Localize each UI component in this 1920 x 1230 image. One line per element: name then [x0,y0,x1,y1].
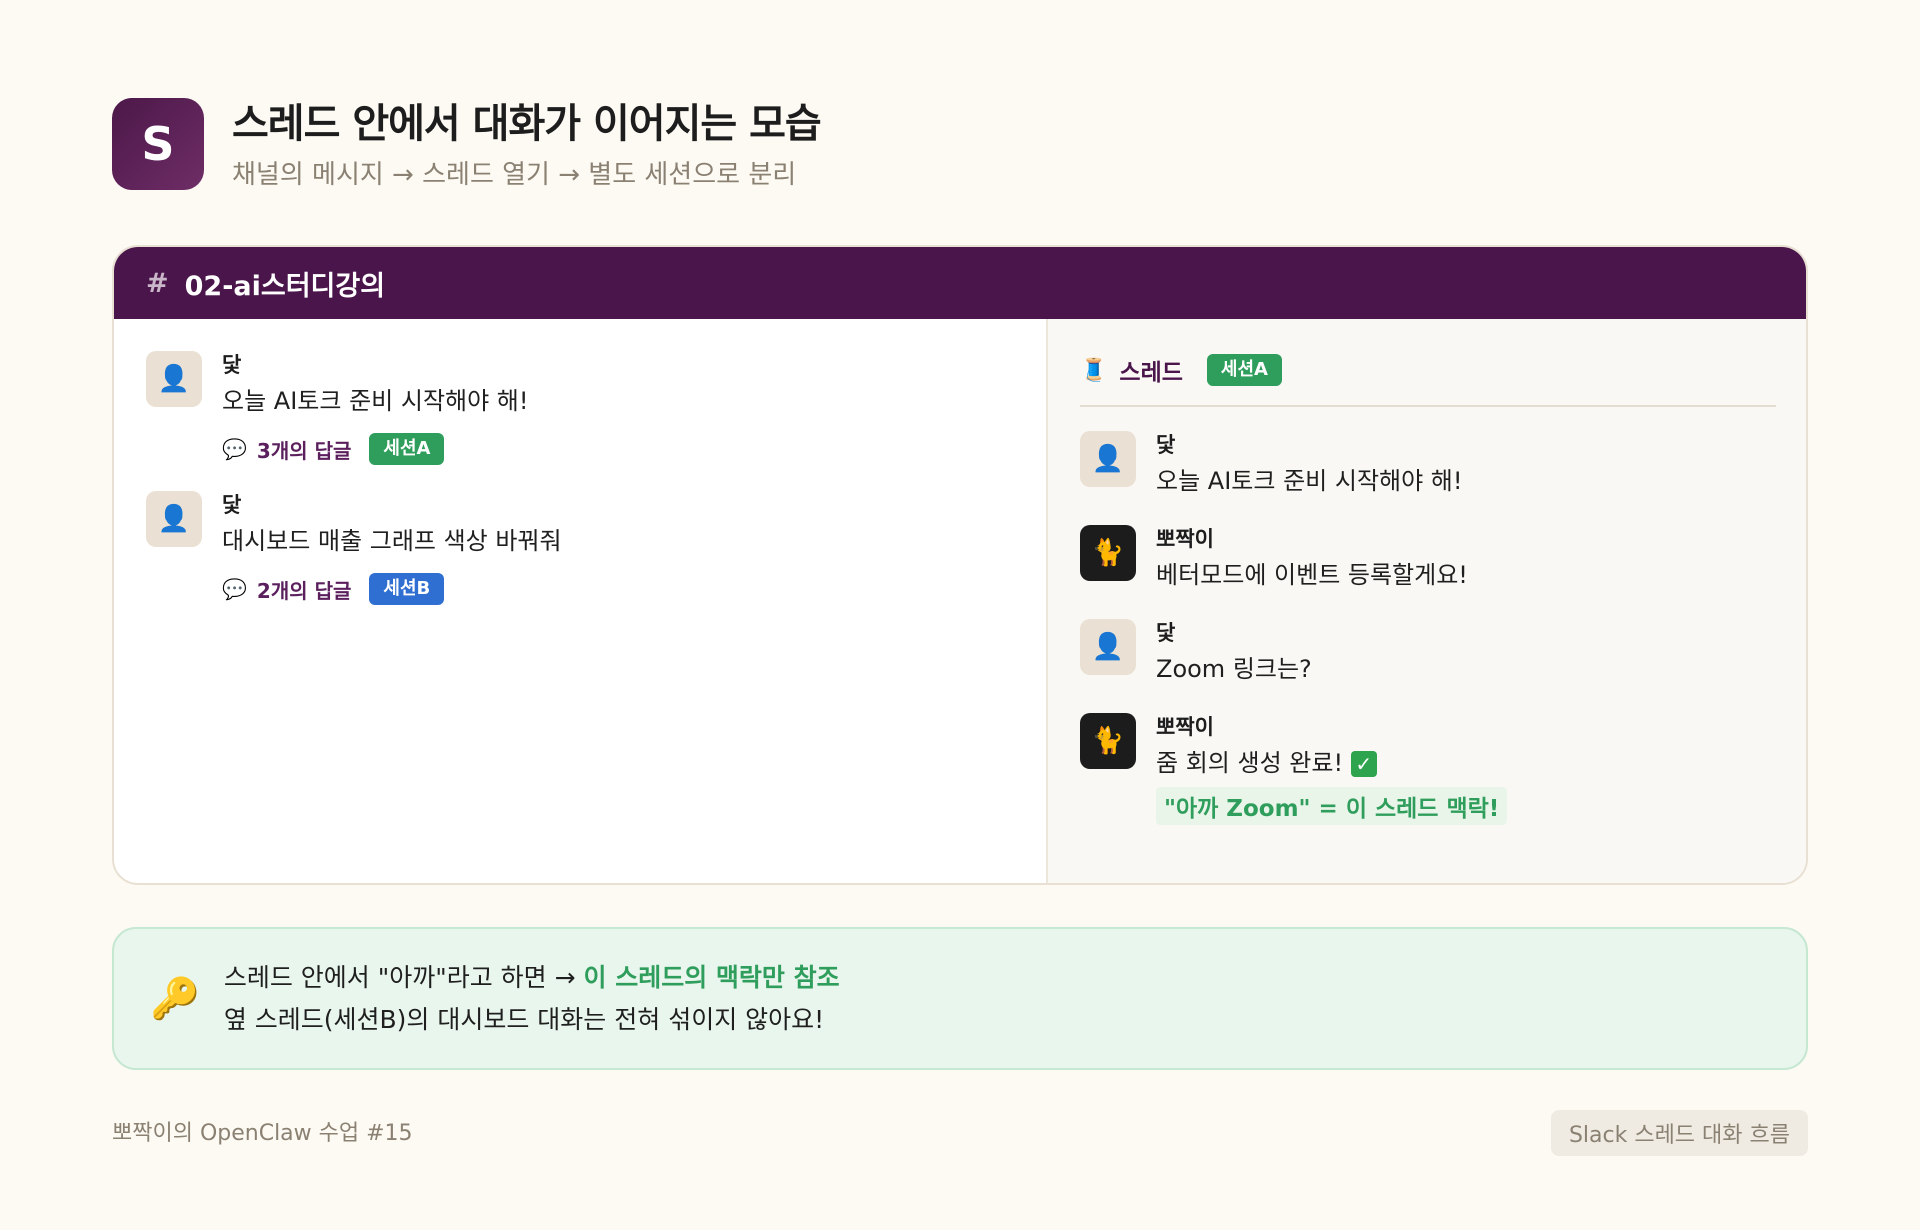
user-icon[interactable]: 👤 [1080,431,1136,487]
message-sender[interactable]: 뽀짝이 [1156,713,1507,741]
user-icon[interactable]: 👤 [1080,619,1136,675]
cat-icon[interactable]: 🐈 [1080,713,1136,769]
channel-name: 02-ai스터디강의 [184,270,386,302]
message-sender[interactable]: 닻 [222,351,529,379]
slack-window: # 02-ai스터디강의 👤 닻 오늘 AI토크 준비 시작해야 해! 💬 3개… [112,245,1808,885]
context-highlight: "아까 Zoom" = 이 스레드 맥락! [1156,787,1508,825]
hash-icon: # [146,267,169,299]
page-title: 스레드 안에서 대화가 이어지는 모습 [232,101,822,147]
key-icon: 🔑 [150,976,200,1022]
reply-count[interactable]: 2개의 답글 [257,575,351,604]
thread-panel: 🧵 스레드 세션A 👤 닻 오늘 AI토크 준비 시작해야 해! 🐈 뽀짝이 베… [1046,319,1806,883]
info-line-2: 옆 스레드(세션B)의 대시보드 대화는 전혀 섞이지 않아요! [223,1004,825,1034]
slack-logo: S [112,97,204,190]
page-subtitle: 채널의 메시지 → 스레드 열기 → 별도 세션으로 분리 [232,160,797,190]
message-sender[interactable]: 닻 [222,491,562,519]
thread-header: 🧵 스레드 세션A [1080,353,1776,407]
message-text: 베터모드에 이벤트 등록할게요! [1156,561,1468,589]
message-text: 오늘 AI토크 준비 시작해야 해! [1156,467,1463,495]
check-icon: ✓ [1350,751,1377,777]
speech-bubble-icon: 💬 [222,437,247,461]
channel-message[interactable]: 👤 닻 대시보드 매출 그래프 색상 바꿔줘 💬 2개의 답글 세션B [146,491,1014,605]
message-sender[interactable]: 닻 [1156,431,1463,459]
user-icon[interactable]: 👤 [146,491,202,547]
info-line-1: 스레드 안에서 "아까"라고 하면 → 이 스레드의 맥락만 참조 [224,957,840,999]
thread-replies-link[interactable]: 💬 3개의 답글 세션A [222,433,529,465]
channel-message[interactable]: 👤 닻 오늘 AI토크 준비 시작해야 해! 💬 3개의 답글 세션A [146,351,1014,465]
reply-count[interactable]: 3개의 답글 [257,435,351,464]
cat-icon[interactable]: 🐈 [1080,525,1136,581]
footer-caption: 뽀짝이의 OpenClaw 수업 #15 [112,1121,413,1146]
user-icon[interactable]: 👤 [146,351,202,407]
message-sender[interactable]: 닻 [1156,619,1312,647]
message-sender[interactable]: 뽀짝이 [1156,525,1468,553]
info-callout: 🔑 스레드 안에서 "아까"라고 하면 → 이 스레드의 맥락만 참조 옆 스레… [112,927,1808,1070]
session-badge: 세션B [369,573,445,605]
thread-message[interactable]: 🐈 뽀짝이 베터모드에 이벤트 등록할게요! [1080,525,1776,593]
thread-replies-link[interactable]: 💬 2개의 답글 세션B [222,573,562,605]
thread-message[interactable]: 🐈 뽀짝이 줌 회의 생성 완료! ✓ "아까 Zoom" = 이 스레드 맥락… [1080,713,1776,825]
session-badge: 세션A [369,433,445,465]
spool-icon: 🧵 [1080,357,1108,383]
footer-tag: Slack 스레드 대화 흐름 [1550,1110,1808,1156]
session-badge: 세션A [1206,354,1282,386]
speech-bubble-icon: 💬 [222,577,247,601]
channel-header[interactable]: # 02-ai스터디강의 [114,247,1806,319]
info-text: 스레드 안에서 "아까"라고 하면 → [223,962,584,992]
thread-message[interactable]: 👤 닻 오늘 AI토크 준비 시작해야 해! [1080,431,1776,499]
channel-message-list: 👤 닻 오늘 AI토크 준비 시작해야 해! 💬 3개의 답글 세션A 👤 닻 … [114,319,1046,883]
info-emphasis: 이 스레드의 맥락만 참조 [583,962,840,992]
thread-message[interactable]: 👤 닻 Zoom 링크는? [1080,619,1776,687]
message-text: 줌 회의 생성 완료! [1156,749,1344,777]
message-text: 대시보드 매출 그래프 색상 바꿔줘 [222,527,562,555]
message-text: 오늘 AI토크 준비 시작해야 해! [222,387,529,415]
thread-title: 스레드 [1119,360,1183,386]
header-text: 스레드 안에서 대화가 이어지는 모습 채널의 메시지 → 스레드 열기 → 별… [232,96,822,191]
page-header: S 스레드 안에서 대화가 이어지는 모습 채널의 메시지 → 스레드 열기 →… [112,96,822,191]
message-text: Zoom 링크는? [1156,655,1312,683]
message-text-row: 줌 회의 생성 완료! ✓ [1156,745,1507,781]
